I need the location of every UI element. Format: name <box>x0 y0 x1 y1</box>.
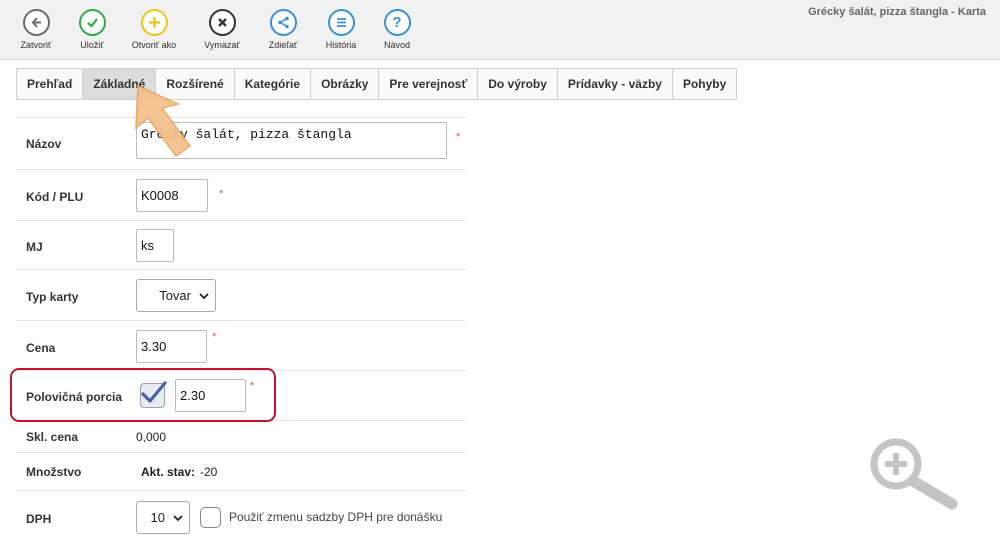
x-icon <box>208 9 236 36</box>
code-value: K0008 <box>141 188 179 203</box>
question-icon: ? <box>383 9 411 36</box>
plus-icon <box>140 9 168 36</box>
price-label: Cena <box>26 341 56 355</box>
code-required-mark: * <box>219 188 224 200</box>
zoom-in-icon[interactable] <box>866 434 966 514</box>
vat-value: 10 <box>150 510 165 525</box>
name-required-mark: * <box>456 131 461 143</box>
toolbar: Zatvoriť Uložiť Otvoriť ako Vymazať Zdie… <box>0 0 1000 60</box>
pointer-arrow-icon <box>135 84 192 158</box>
arrow-left-icon <box>22 9 50 36</box>
delete-button[interactable]: Vymazať <box>192 9 252 50</box>
stock-price-row: Skl. cena <box>16 421 466 453</box>
vat-select[interactable]: 10 <box>136 501 190 534</box>
vat-change-label: Použiť zmenu sadzby DPH pre donášku <box>229 510 443 524</box>
delete-label: Vymazať <box>204 40 240 50</box>
share-label: Zdieľať <box>268 40 298 50</box>
history-button[interactable]: História <box>311 9 371 50</box>
check-icon <box>78 9 106 36</box>
code-row: Kód / PLU <box>16 170 466 221</box>
tab-images[interactable]: Obrázky <box>310 68 380 100</box>
type-row: Typ karty <box>16 270 466 321</box>
name-label: Názov <box>26 137 62 151</box>
vat-label: DPH <box>26 512 52 526</box>
chevron-down-icon <box>199 292 209 299</box>
tab-production[interactable]: Do výroby <box>477 68 558 100</box>
price-field[interactable]: 3.30 <box>136 330 207 363</box>
quantity-state-label: Akt. stav: <box>141 465 196 479</box>
unit-label: MJ <box>26 240 43 254</box>
window-title: Grécky šalát, pizza štangla - Karta <box>808 6 986 18</box>
vat-change-checkbox[interactable] <box>200 507 221 528</box>
help-button[interactable]: ? Návod <box>367 9 427 50</box>
type-label: Typ karty <box>26 290 79 304</box>
unit-value: ks <box>141 238 154 253</box>
tab-bar: Prehľad Základné Rozšírené Kategórie Obr… <box>16 68 738 100</box>
tab-movements[interactable]: Pohyby <box>671 68 738 100</box>
share-button[interactable]: Zdieľať <box>253 9 313 50</box>
close-button[interactable]: Zatvoriť <box>6 9 66 50</box>
unit-field[interactable]: ks <box>136 229 174 262</box>
unit-row: MJ <box>16 221 466 270</box>
save-button[interactable]: Uložiť <box>62 9 122 50</box>
type-value: Tovar <box>159 288 191 303</box>
list-icon <box>327 9 355 36</box>
stock-price-value: 0,000 <box>136 430 167 444</box>
help-label: Návod <box>383 40 410 50</box>
history-label: História <box>325 40 357 50</box>
tab-public[interactable]: Pre verejnosť <box>378 68 479 100</box>
tab-categories[interactable]: Kategórie <box>233 68 312 100</box>
share-icon <box>269 9 297 36</box>
quantity-label: Množstvo <box>26 465 82 479</box>
price-row: Cena <box>16 321 466 371</box>
stock-price-label: Skl. cena <box>26 430 79 444</box>
open-as-label: Otvoriť ako <box>131 40 177 50</box>
half-portion-highlight <box>10 368 276 422</box>
quantity-row: Množstvo <box>16 453 466 491</box>
chevron-down-icon <box>173 514 183 521</box>
close-label: Zatvoriť <box>20 40 52 50</box>
tab-addons[interactable]: Prídavky - väzby <box>556 68 673 100</box>
code-label: Kód / PLU <box>26 190 84 204</box>
code-field[interactable]: K0008 <box>136 179 208 212</box>
price-value: 3.30 <box>141 339 167 354</box>
type-select[interactable]: Tovar <box>136 279 216 312</box>
price-required-mark: * <box>212 331 217 343</box>
save-label: Uložiť <box>80 40 104 50</box>
quantity-value: -20 <box>200 465 218 479</box>
tab-overview[interactable]: Prehľad <box>16 68 84 100</box>
open-as-button[interactable]: Otvoriť ako <box>124 9 184 50</box>
